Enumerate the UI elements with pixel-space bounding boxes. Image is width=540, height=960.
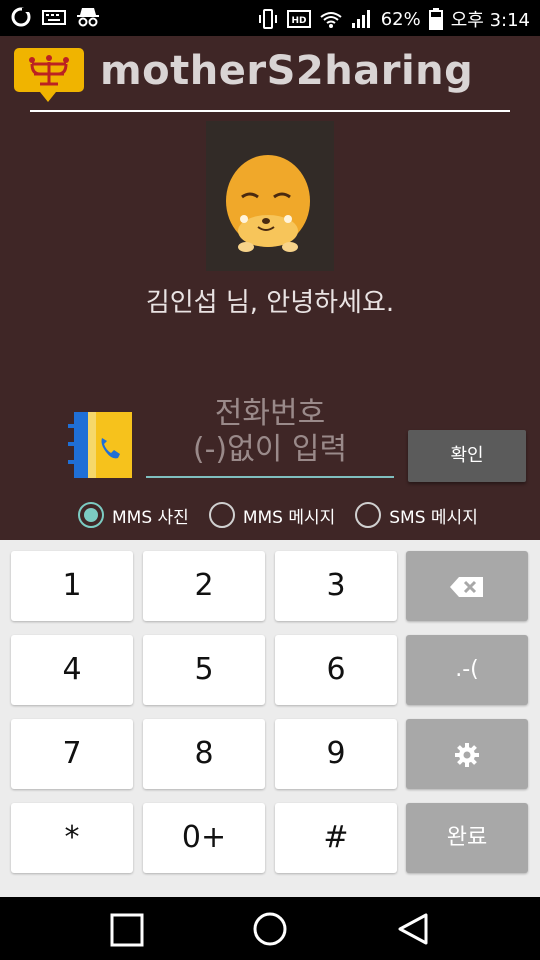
key-4[interactable]: 4 — [11, 635, 133, 705]
key-settings[interactable] — [406, 719, 528, 789]
svg-text:HD: HD — [291, 16, 306, 26]
radio-sms-message[interactable] — [355, 502, 382, 528]
option-mms-message[interactable]: MMS 메시지 — [208, 502, 336, 528]
key-8[interactable]: 8 — [143, 719, 265, 789]
settings-icon — [455, 742, 479, 767]
status-bar: HD 62% 오후 3:14 — [0, 0, 540, 36]
contacts-book-icon[interactable] — [66, 410, 136, 480]
o-icon — [11, 7, 31, 27]
hd-icon: HD — [286, 10, 311, 28]
battery-icon — [428, 8, 443, 30]
status-left-icons — [10, 6, 100, 28]
key-7[interactable]: 7 — [11, 719, 133, 789]
radio-mms-message[interactable] — [208, 502, 235, 528]
phone-placeholder: 전화번호 (-)없이 입력 — [192, 396, 348, 467]
app-title: motherS2haring — [100, 48, 474, 94]
profile-image[interactable] — [206, 121, 334, 271]
greeting-text: 김인섭 님, 안녕하세요. — [145, 288, 395, 318]
key-done[interactable]: 완료 — [406, 803, 528, 873]
home-icon[interactable] — [252, 911, 288, 947]
option-label: SMS 메시지 — [389, 507, 478, 528]
key-3[interactable]: 3 — [275, 551, 397, 621]
battery-percent: 62% — [380, 8, 421, 30]
key-symbols[interactable]: .-( — [406, 635, 528, 705]
wifi-icon — [320, 12, 342, 28]
option-label: MMS 메시지 — [242, 507, 336, 528]
key-2[interactable]: 2 — [143, 551, 265, 621]
key-6[interactable]: 6 — [275, 635, 397, 705]
backspace-icon — [450, 576, 483, 597]
title-divider — [30, 110, 510, 112]
incognito-icon — [77, 8, 99, 27]
numeric-keyboard: 1 2 3 4 5 6 .-( 7 8 9 * 0+ # 완료 — [0, 540, 540, 897]
recents-icon[interactable] — [110, 913, 144, 947]
option-mms-photo[interactable]: MMS 사진 — [78, 502, 189, 528]
app-logo-icon — [14, 48, 84, 102]
key-0-plus[interactable]: 0+ — [143, 803, 265, 873]
keyboard-icon — [42, 10, 66, 25]
navigation-bar — [0, 897, 540, 960]
option-label: MMS 사진 — [112, 507, 189, 528]
radio-mms-photo[interactable] — [78, 502, 104, 528]
back-icon[interactable] — [396, 911, 430, 947]
confirm-button[interactable]: 확인 — [408, 430, 526, 482]
key-9[interactable]: 9 — [275, 719, 397, 789]
status-time: 오후 3:14 — [450, 10, 530, 31]
phone-number-input[interactable]: 전화번호 (-)없이 입력 — [146, 396, 394, 478]
key-5[interactable]: 5 — [143, 635, 265, 705]
key-1[interactable]: 1 — [11, 551, 133, 621]
status-right-icons: HD 62% 오후 3:14 — [257, 6, 530, 32]
message-type-options: MMS 사진 MMS 메시지 SMS 메시지 — [78, 502, 488, 528]
option-sms-message[interactable]: SMS 메시지 — [355, 502, 478, 528]
vibrate-icon — [258, 9, 277, 29]
app-screen: motherS2haring 김인섭 님, 안녕하세요. 전화번호 (-)없이 … — [0, 36, 540, 540]
key-hash[interactable]: # — [275, 803, 397, 873]
signal-icon — [351, 10, 370, 28]
key-asterisk[interactable]: * — [11, 803, 133, 873]
key-backspace[interactable] — [406, 551, 528, 621]
